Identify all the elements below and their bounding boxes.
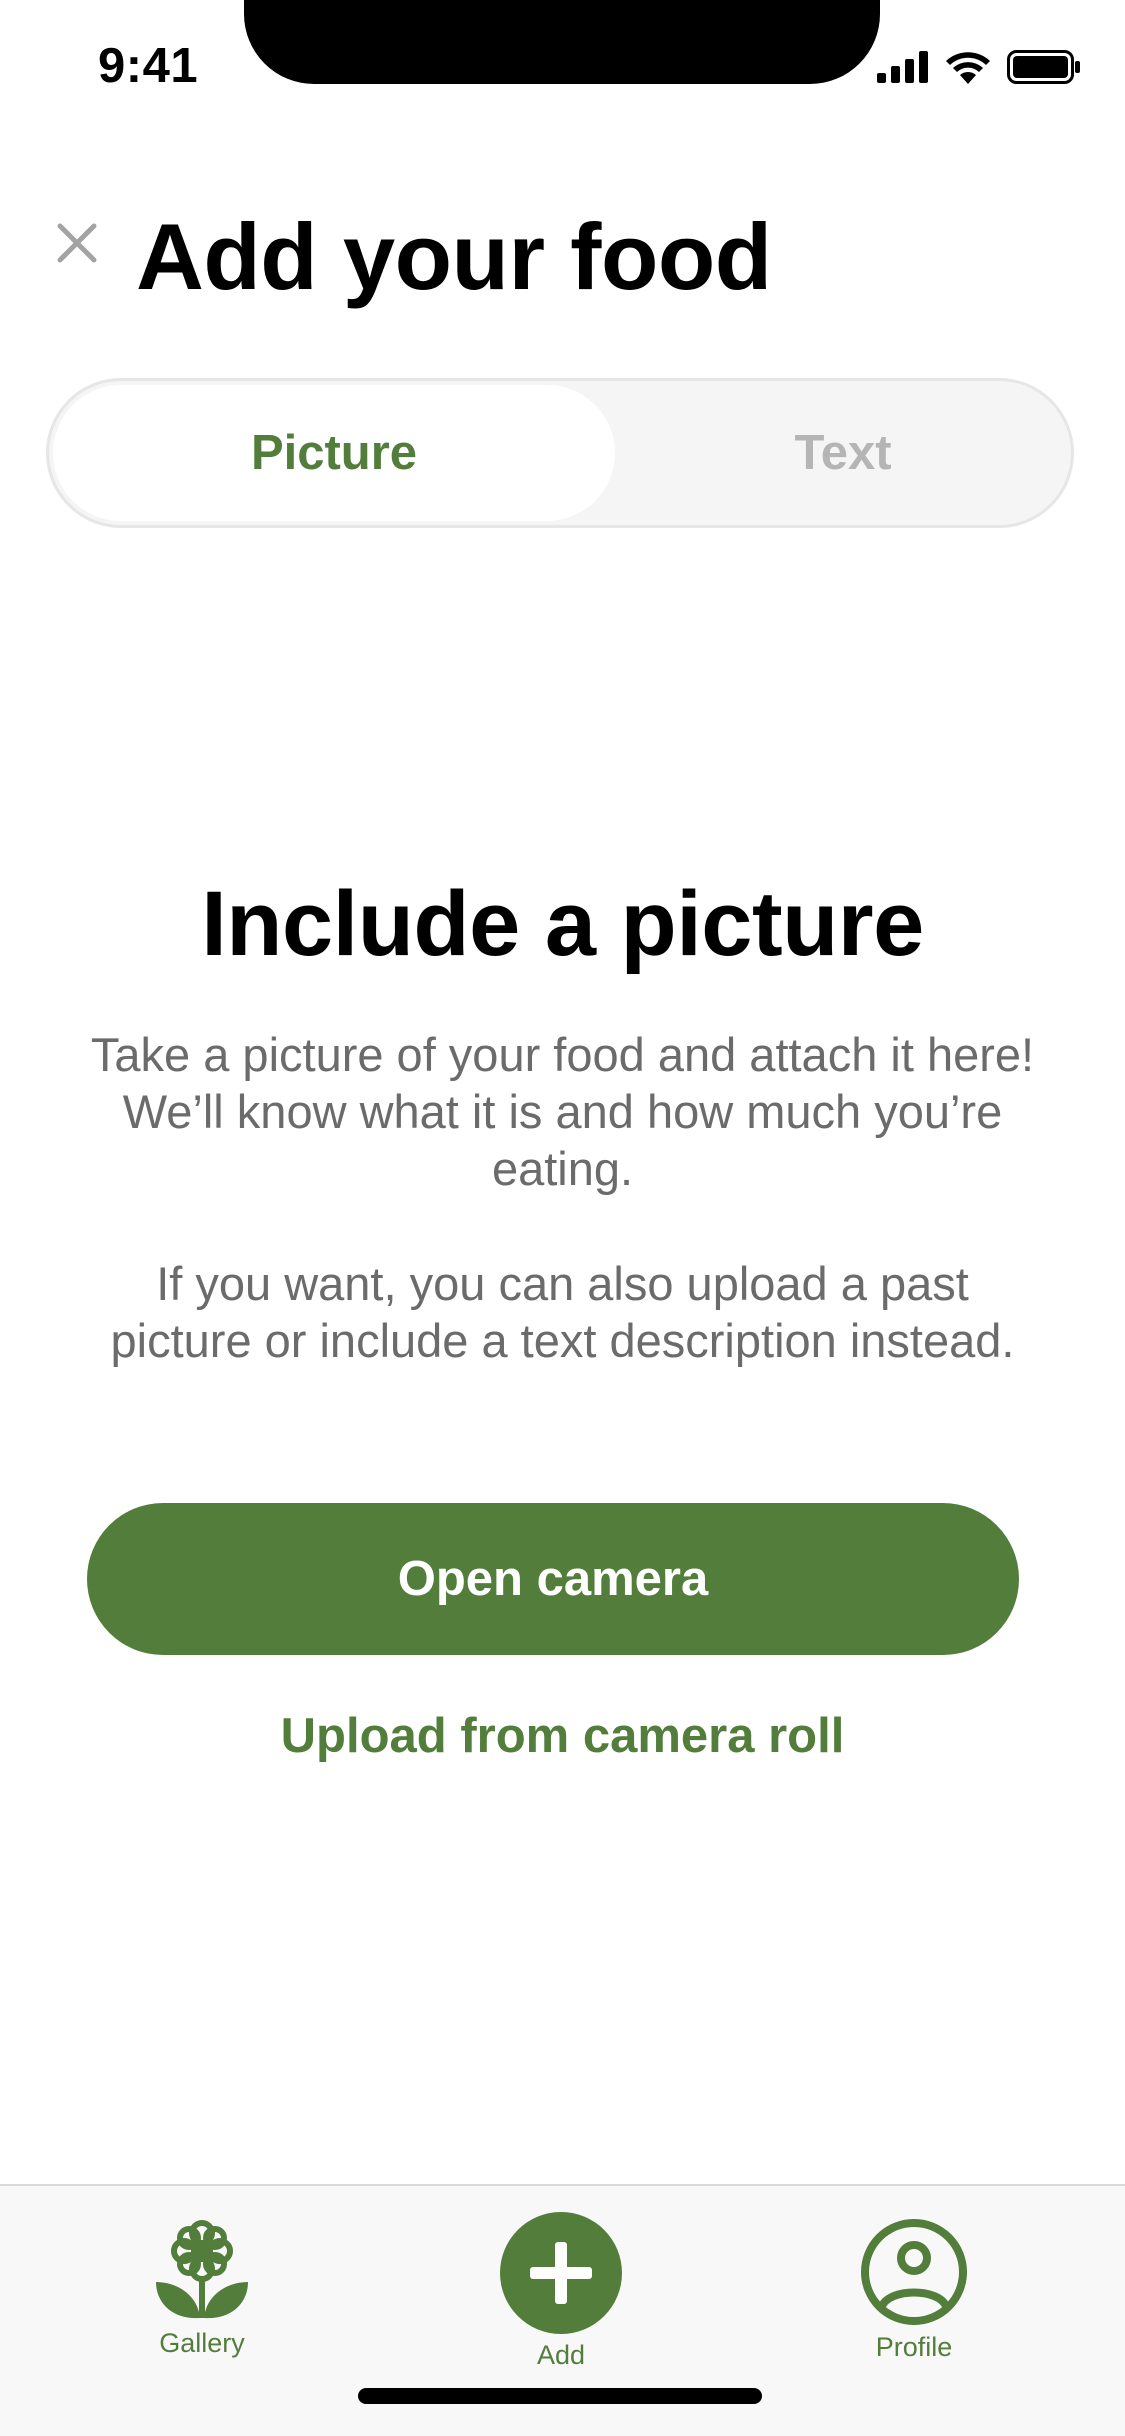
open-camera-button[interactable]: Open camera <box>87 1503 1019 1655</box>
tab-add-label: Add <box>536 2340 586 2370</box>
tab-gallery-label: Gallery <box>159 2328 245 2358</box>
tab-add[interactable]: Add <box>478 2212 644 2371</box>
user-circle-icon <box>861 2219 967 2325</box>
status-bar: 9:41 <box>0 0 1125 132</box>
status-time: 9:41 <box>98 39 199 93</box>
segment-text[interactable]: Text <box>615 385 1071 521</box>
tab-profile-label: Profile <box>875 2332 953 2362</box>
input-mode-segmented-control: Picture Text <box>46 378 1074 528</box>
close-icon <box>57 223 97 263</box>
upload-camera-roll-link[interactable]: Upload from camera roll <box>0 1708 1125 1764</box>
notch <box>244 0 880 84</box>
alternative-text: If you want, you can also upload a past … <box>110 1257 1015 1367</box>
home-indicator <box>358 2388 762 2404</box>
signal-icon <box>877 51 928 83</box>
page-title: Add your food <box>136 204 772 309</box>
segment-picture[interactable]: Picture <box>53 385 615 521</box>
plus-icon <box>500 2212 622 2334</box>
section-title: Include a picture <box>201 873 924 975</box>
close-button[interactable] <box>52 218 102 268</box>
instruction-text: Take a picture of your food and attach i… <box>90 1028 1035 1195</box>
flower-icon <box>156 2220 248 2319</box>
wifi-icon <box>946 52 990 84</box>
tab-profile[interactable]: Profile <box>852 2218 976 2363</box>
tab-gallery[interactable]: Gallery <box>140 2218 264 2359</box>
status-icons <box>877 50 1081 84</box>
battery-icon <box>1007 50 1080 84</box>
